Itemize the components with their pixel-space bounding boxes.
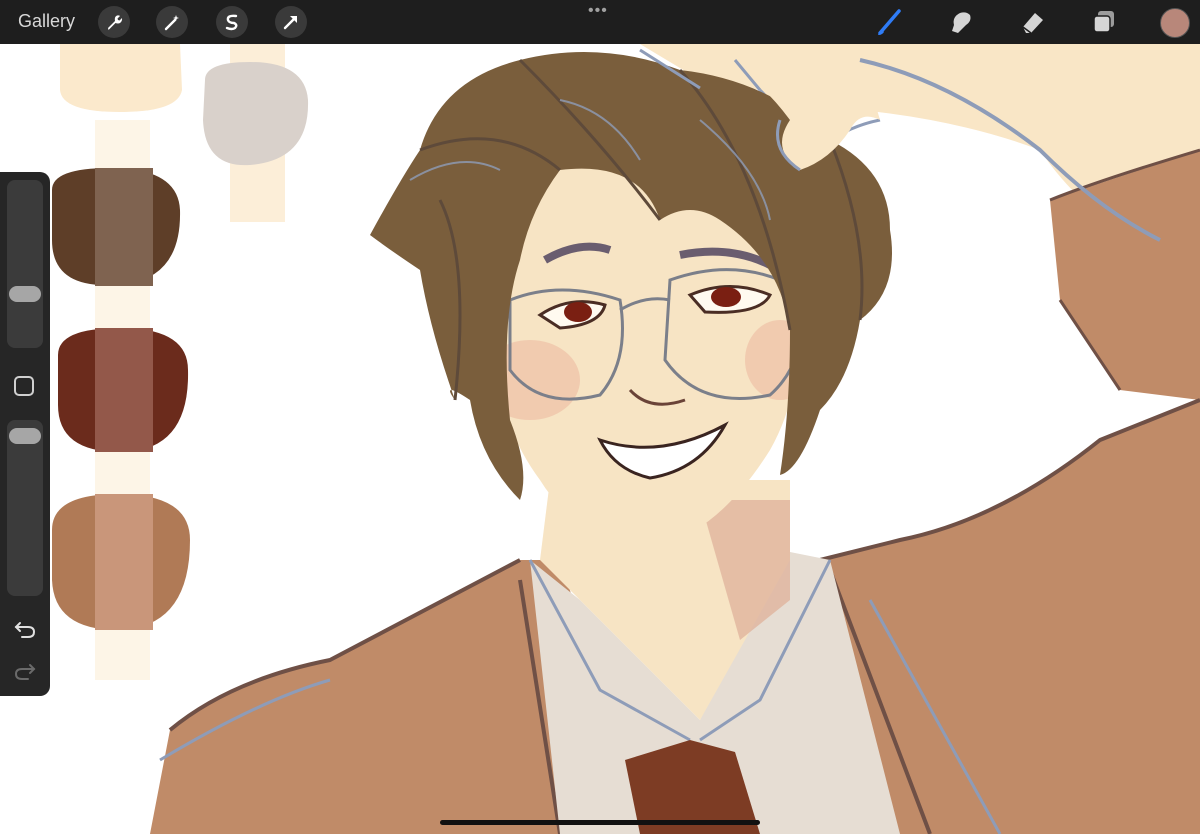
brush-size-thumb[interactable]: [9, 286, 41, 302]
undo-arrow-icon: [14, 622, 36, 638]
layers-button[interactable]: [1088, 6, 1120, 38]
layers-icon: [1093, 11, 1114, 33]
artwork: [52, 44, 1200, 834]
selection-s-icon: [225, 14, 238, 31]
eraser-button[interactable]: [1016, 6, 1048, 38]
drawing-canvas[interactable]: [0, 44, 1200, 834]
swatch-red-brown: [58, 328, 189, 452]
swatch-dark-brown: [52, 168, 181, 286]
home-indicator[interactable]: [440, 820, 760, 825]
actions-button[interactable]: [98, 6, 130, 38]
magic-wand-icon: [164, 15, 179, 31]
opacity-thumb[interactable]: [9, 428, 41, 444]
left-sidebar: [0, 172, 50, 696]
transform-arrow-icon: [283, 16, 297, 30]
transform-button[interactable]: [275, 6, 307, 38]
square-modify-icon[interactable]: [14, 376, 34, 396]
brush-icon: [878, 9, 901, 35]
more-dots-icon[interactable]: •••: [588, 3, 608, 19]
redo-button[interactable]: [12, 660, 38, 682]
brush-size-slider[interactable]: [7, 180, 43, 348]
swatch-cream: [60, 44, 182, 112]
undo-button[interactable]: [12, 618, 38, 640]
brush-button[interactable]: [874, 6, 906, 38]
eraser-icon: [1022, 13, 1043, 34]
smudge-icon: [952, 12, 971, 33]
smudge-button[interactable]: [945, 6, 977, 38]
swatch-tan: [52, 494, 190, 630]
color-palette: [52, 44, 309, 680]
opacity-slider[interactable]: [7, 420, 43, 596]
current-color-button[interactable]: [1160, 8, 1190, 38]
selection-button[interactable]: [216, 6, 248, 38]
adjustments-button[interactable]: [156, 6, 188, 38]
swatch-grey-beige: [203, 62, 309, 166]
top-toolbar: Gallery •••: [0, 0, 1200, 44]
wrench-icon: [108, 15, 123, 30]
gallery-button[interactable]: Gallery: [18, 11, 75, 32]
redo-arrow-icon: [14, 664, 36, 680]
